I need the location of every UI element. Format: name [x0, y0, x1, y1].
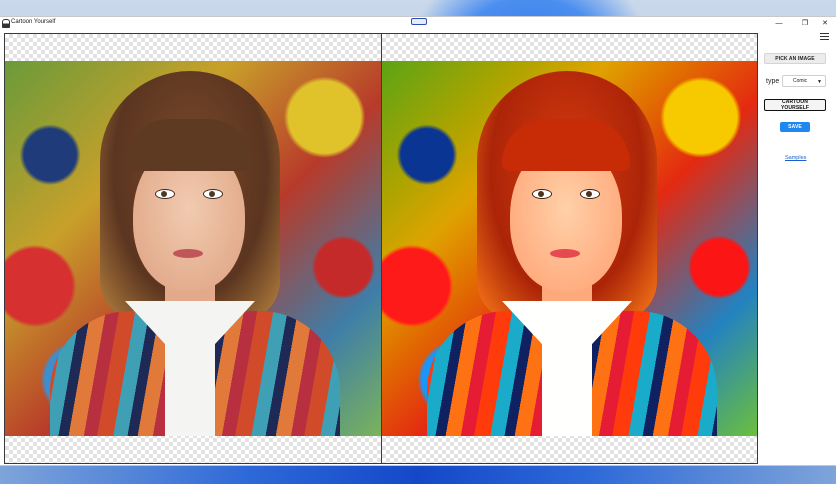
collar — [501, 301, 567, 371]
eye — [531, 189, 552, 199]
title-bar[interactable]: Cartoon Yourself — ❐ ✕ — [0, 17, 836, 31]
chevron-down-icon: ▼ — [817, 79, 822, 85]
type-label: type — [766, 78, 780, 85]
menu-icon[interactable] — [820, 33, 829, 40]
collar — [566, 301, 632, 371]
collar — [125, 301, 190, 371]
minimize-button[interactable]: — — [768, 17, 790, 29]
menu-icon-line — [820, 39, 829, 40]
window-title: Cartoon Yourself — [11, 19, 56, 25]
collar — [190, 301, 255, 371]
original-pane — [5, 34, 381, 463]
bangs — [125, 119, 253, 171]
app-window: Cartoon Yourself — ❐ ✕ PICK AN IMAGE typ… — [0, 17, 836, 465]
control-panel: PICK AN IMAGE type Comic ▼ CARTOON YOURS… — [760, 47, 836, 457]
maximize-button[interactable]: ❐ — [794, 17, 816, 29]
pick-image-button[interactable]: PICK AN IMAGE — [764, 53, 826, 64]
original-photo — [5, 61, 381, 436]
snap-layout-icon[interactable] — [411, 18, 427, 25]
wallpaper-bottom — [0, 462, 836, 484]
lips — [173, 249, 203, 258]
app-icon — [2, 19, 10, 28]
eye — [203, 189, 223, 199]
samples-link[interactable]: Samples — [785, 155, 806, 161]
bangs — [501, 119, 630, 171]
type-select-value: Comic — [793, 78, 808, 84]
eye — [579, 189, 600, 199]
type-select[interactable]: Comic ▼ — [782, 75, 826, 87]
save-button[interactable]: SAVE — [780, 122, 810, 132]
cartoon-yourself-button[interactable]: CARTOON YOURSELF — [764, 99, 826, 111]
menu-icon-line — [820, 33, 829, 34]
eye — [155, 189, 175, 199]
cartoonized-photo — [381, 61, 757, 436]
lips — [549, 249, 580, 258]
menu-icon-line — [820, 36, 829, 37]
image-canvas — [4, 33, 758, 464]
close-button[interactable]: ✕ — [814, 17, 836, 29]
cartoon-pane — [380, 34, 757, 463]
